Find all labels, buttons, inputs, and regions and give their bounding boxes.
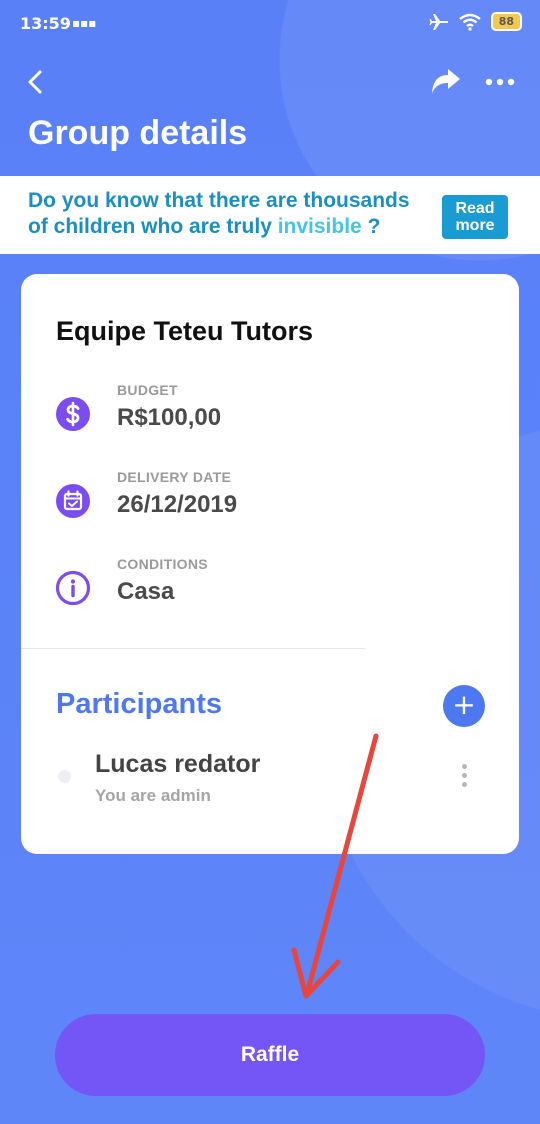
calendar-check-icon xyxy=(56,484,90,518)
raffle-button[interactable]: Raffle xyxy=(55,1014,485,1096)
read-more-button[interactable]: Read more xyxy=(442,195,508,239)
battery-indicator: 88 xyxy=(490,12,522,31)
conditions-row: CONDITIONS Casa xyxy=(55,556,455,626)
participants-title: Participants xyxy=(56,688,222,720)
banner-line2-start: of children who are truly xyxy=(28,215,278,238)
participant-menu-icon[interactable] xyxy=(457,764,471,792)
delivery-date-label: DELIVERY DATE xyxy=(117,469,232,485)
delivery-date-row: DELIVERY DATE 26/12/2019 xyxy=(55,469,455,539)
banner-text: Do you know that there are thousands of … xyxy=(28,188,428,240)
top-app-bar xyxy=(0,60,540,108)
conditions-label: CONDITIONS xyxy=(117,556,208,572)
banner-line2-highlight: invisible xyxy=(277,215,362,238)
status-bar: 13:59 ▪▪▪ 88 xyxy=(0,0,540,48)
banner-line1: Do you know that there are thousands xyxy=(28,189,410,212)
participant-role: You are admin xyxy=(95,786,211,805)
share-icon[interactable] xyxy=(430,68,462,96)
dollar-icon xyxy=(56,397,90,431)
airplane-mode-icon xyxy=(429,13,448,30)
read-more-line1: Read xyxy=(455,200,495,217)
add-participant-button[interactable]: + xyxy=(443,685,485,727)
more-options-icon[interactable] xyxy=(484,68,516,96)
delivery-date-value: 26/12/2019 xyxy=(117,491,238,518)
budget-label: BUDGET xyxy=(117,382,178,398)
participant-name: Lucas redator xyxy=(95,750,261,778)
group-name: Equipe Teteu Tutors xyxy=(56,316,314,346)
status-right-group: 88 xyxy=(429,12,522,31)
participant-row[interactable]: Lucas redator You are admin xyxy=(21,748,519,818)
status-time: 13:59 xyxy=(20,14,71,33)
budget-row: BUDGET R$100,00 xyxy=(55,382,455,452)
info-icon xyxy=(55,570,91,606)
ad-banner[interactable]: Do you know that there are thousands of … xyxy=(0,176,540,254)
back-arrow-icon[interactable] xyxy=(22,66,50,98)
participant-avatar xyxy=(58,770,71,783)
signal-bars-icon: ▪▪▪ xyxy=(72,16,97,30)
conditions-value: Casa xyxy=(117,578,175,605)
budget-value: R$100,00 xyxy=(117,404,222,431)
read-more-line2: more xyxy=(455,217,495,234)
page-title: Group details xyxy=(28,114,248,152)
divider xyxy=(21,648,365,649)
wifi-icon xyxy=(458,13,481,31)
banner-line2-end: ? xyxy=(361,215,381,238)
group-card: Equipe Teteu Tutors BUDGET R$100,00 DELI… xyxy=(21,274,519,854)
